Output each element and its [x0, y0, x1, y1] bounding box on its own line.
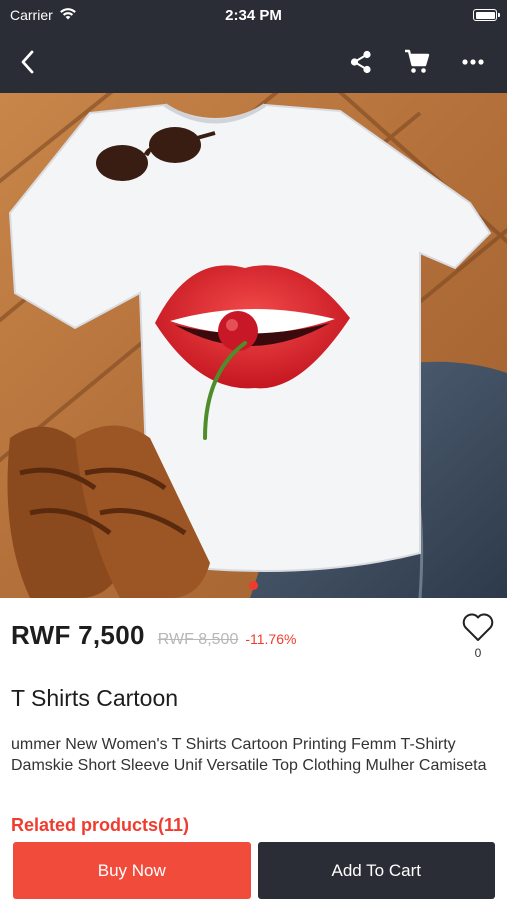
gallery-dot-active[interactable]	[249, 581, 258, 590]
related-products-link[interactable]: Related products(11)	[11, 815, 189, 836]
battery-level	[475, 11, 495, 19]
action-bar: Buy Now Add To Cart	[13, 842, 495, 899]
status-left: Carrier	[10, 7, 77, 23]
share-icon	[350, 50, 371, 73]
wifi-icon	[59, 7, 77, 23]
cart-button[interactable]	[403, 48, 431, 76]
cart-icon	[405, 49, 430, 73]
nav-actions	[347, 48, 493, 76]
back-button[interactable]	[14, 48, 42, 76]
product-title: T Shirts Cartoon	[11, 685, 179, 711]
gallery-indicator[interactable]	[0, 581, 507, 590]
chevron-left-icon	[21, 50, 34, 73]
favorite-count: 0	[474, 646, 482, 660]
more-icon	[462, 58, 484, 65]
share-button[interactable]	[347, 48, 375, 76]
status-bar: Carrier 2:34 PM	[0, 0, 507, 30]
carrier-label: Carrier	[10, 7, 53, 23]
product-description: ummer New Women's T Shirts Cartoon Print…	[11, 736, 487, 774]
product-photo	[0, 93, 507, 598]
original-price: RWF 8,500	[157, 631, 239, 648]
current-price: RWF 7,500	[11, 620, 145, 650]
price-row: RWF 7,500 RWF 8,500 -11.76%	[11, 620, 296, 651]
product-image[interactable]	[0, 93, 507, 598]
more-button[interactable]	[459, 48, 487, 76]
buy-now-button[interactable]: Buy Now	[13, 842, 251, 899]
discount-badge: -11.76%	[245, 631, 297, 647]
nav-bar	[0, 30, 507, 93]
favorite-button[interactable]: 0	[458, 612, 498, 660]
battery-icon	[473, 9, 500, 21]
add-to-cart-button[interactable]: Add To Cart	[257, 842, 495, 899]
heart-icon	[462, 613, 494, 641]
